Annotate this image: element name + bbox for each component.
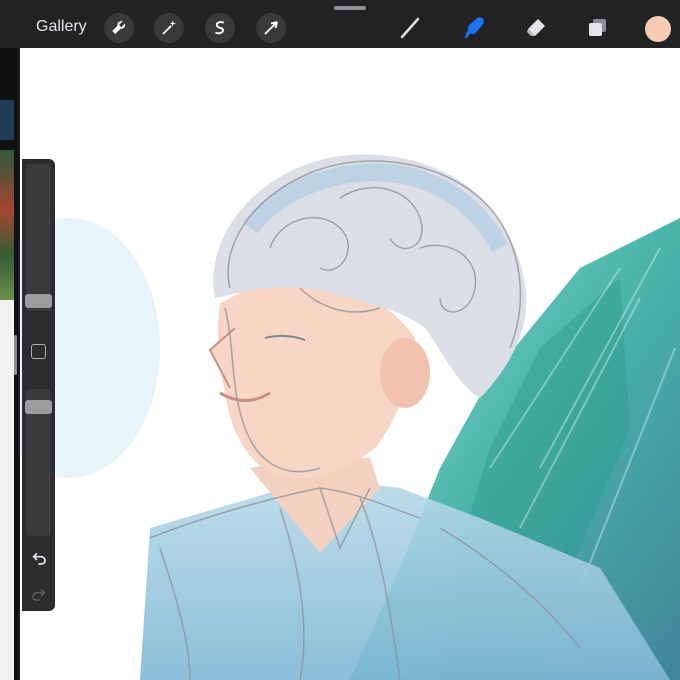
selection-icon (214, 21, 225, 35)
magic-wand-icon (162, 20, 176, 35)
brush-icon (400, 17, 420, 39)
undo-button[interactable] (29, 548, 49, 568)
top-toolbar: Gallery (0, 0, 680, 48)
transform-arrow-icon (264, 21, 278, 35)
modify-button[interactable] (31, 344, 46, 359)
eraser-icon (527, 19, 545, 36)
redo-button[interactable] (29, 584, 49, 604)
layers-icon (589, 19, 606, 36)
color-picker-button[interactable] (645, 16, 671, 42)
side-toolbar (22, 159, 55, 611)
toolbar-grabber[interactable] (334, 6, 366, 10)
layers-button[interactable] (583, 13, 613, 43)
eraser-button[interactable] (521, 13, 551, 43)
app-thumbnail-page (0, 300, 14, 680)
app-thumbnail-garden (0, 150, 14, 300)
redo-icon (32, 588, 46, 601)
transform-button[interactable] (256, 13, 286, 43)
split-view-app-strip[interactable] (0, 0, 18, 680)
wrench-icon (112, 21, 126, 34)
selection-button[interactable] (205, 13, 235, 43)
split-divider-handle[interactable] (14, 335, 17, 375)
drawing-canvas[interactable] (20, 48, 680, 680)
opacity-knob[interactable] (25, 400, 52, 414)
brush-size-knob[interactable] (25, 294, 52, 308)
brush-size-slider[interactable] (25, 164, 52, 311)
artwork-sketch (20, 154, 680, 680)
adjustments-button[interactable] (154, 13, 184, 43)
app-thumbnail-photo (0, 100, 14, 140)
undo-icon (32, 552, 46, 565)
gallery-button[interactable]: Gallery (36, 18, 87, 36)
actions-button[interactable] (104, 13, 134, 43)
brush-button[interactable] (395, 13, 425, 43)
opacity-slider[interactable] (25, 389, 52, 536)
smudge-icon (464, 17, 484, 39)
smudge-button[interactable] (459, 13, 489, 43)
